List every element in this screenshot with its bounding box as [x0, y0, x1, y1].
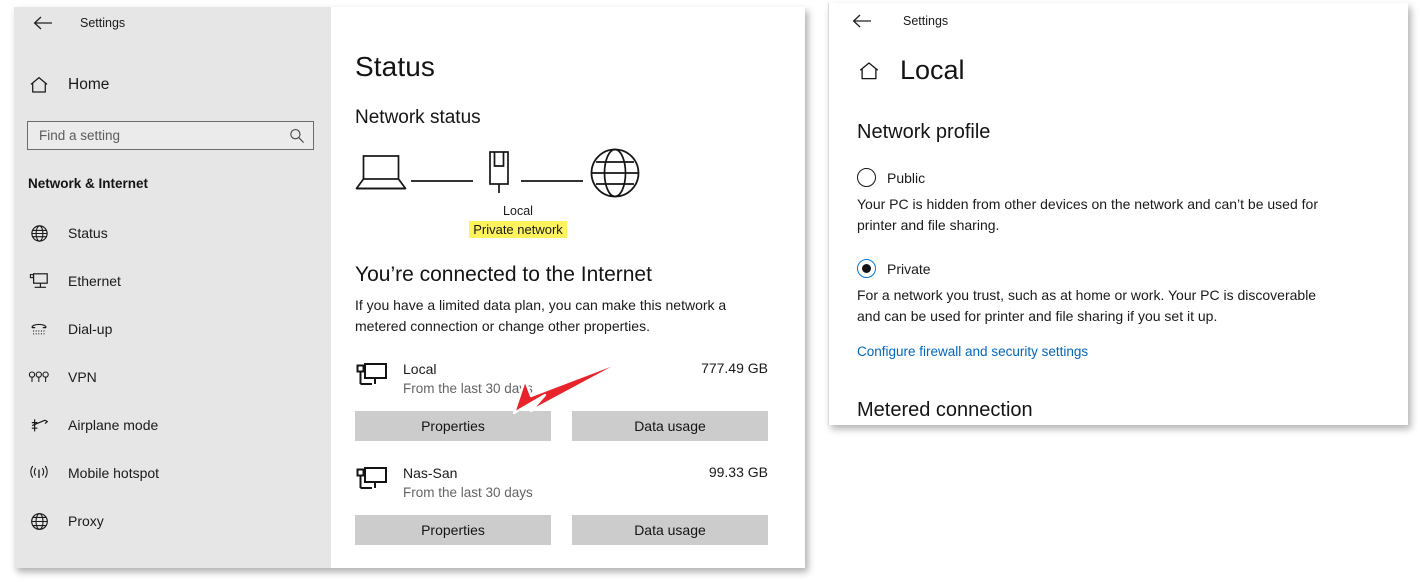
entry-button-row: Properties Data usage: [355, 514, 768, 545]
pc-network-icon: [355, 361, 389, 391]
sidebar-item-ethernet-label: Ethernet: [68, 273, 121, 289]
local-titlebar: Settings: [829, 3, 1408, 39]
radio-checked-icon[interactable]: [857, 259, 876, 279]
status-main-content: Status Network status Local Private netw…: [331, 7, 805, 568]
sidebar-item-airplane-mode[interactable]: Airplane mode: [14, 401, 331, 449]
usage-period: From the last 30 days: [403, 485, 533, 501]
private-network-highlight: Private network: [469, 221, 567, 238]
data-usage-entry-text: Local From the last 30 days: [403, 359, 687, 399]
radio-unchecked-icon[interactable]: [857, 168, 876, 187]
network-name: Nas-San: [403, 464, 458, 481]
sidebar-item-home[interactable]: Home: [14, 65, 331, 105]
diagram-network-type: Private network: [458, 221, 578, 239]
home-icon: [28, 76, 50, 94]
configure-firewall-link[interactable]: Configure firewall and security settings: [857, 344, 1088, 359]
settings-sidebar: Settings Home Network & Internet Status: [14, 7, 331, 568]
diagram-link-right: [521, 170, 583, 188]
sidebar-item-status-label: Status: [68, 225, 108, 241]
vpn-icon: [28, 366, 50, 388]
local-network-window: Settings Local Network profile Public Yo…: [828, 3, 1408, 425]
search-icon[interactable]: [289, 128, 305, 144]
network-profile-heading: Network profile: [857, 121, 991, 143]
sidebar-item-proxy[interactable]: Proxy: [14, 497, 331, 545]
back-arrow-icon[interactable]: [851, 10, 873, 32]
diagram-adapter-label: Local: [503, 204, 533, 218]
local-window-body: Local Network profile Public Your PC is …: [829, 39, 1408, 422]
sidebar-item-mobile-hotspot[interactable]: Mobile hotspot: [14, 449, 331, 497]
network-diagram: Local Private network: [355, 147, 655, 239]
connected-status-description: If you have a limited data plan, you can…: [355, 297, 727, 334]
pc-network-icon: [355, 465, 389, 495]
search-box[interactable]: [27, 121, 314, 150]
sidebar-item-ethernet[interactable]: Ethernet: [14, 257, 331, 305]
back-arrow-icon[interactable]: [32, 12, 54, 34]
radio-dot: [862, 264, 871, 274]
airplane-icon: [28, 414, 50, 436]
search-input[interactable]: [39, 128, 289, 143]
entry-button-row: Properties Data usage: [355, 410, 768, 441]
sidebar-item-mobile-hotspot-label: Mobile hotspot: [68, 465, 160, 481]
data-usage-entry-text: Nas-San From the last 30 days: [403, 463, 695, 503]
internet-globe-icon: [589, 147, 641, 204]
sidebar-item-dial-up-label: Dial-up: [68, 321, 113, 337]
laptop-icon: [355, 153, 407, 198]
network-adapter-icon: [483, 149, 515, 204]
metered-connection-heading: Metered connection: [857, 398, 1033, 421]
usage-period: From the last 30 days: [403, 381, 533, 397]
properties-button[interactable]: Properties: [355, 514, 551, 545]
sidebar-item-airplane-mode-label: Airplane mode: [68, 417, 159, 433]
connected-status-title: You’re connected to the Internet: [355, 263, 652, 286]
page-title: Local: [900, 55, 965, 85]
data-usage-entry: Nas-San From the last 30 days 99.33 GB: [355, 463, 768, 503]
diagram-link-left: [411, 170, 473, 188]
sidebar-item-vpn-label: VPN: [68, 369, 97, 385]
sidebar-item-vpn[interactable]: VPN: [14, 353, 331, 401]
sidebar-item-dial-up[interactable]: Dial-up: [14, 305, 331, 353]
sidebar-item-home-label: Home: [68, 76, 110, 93]
sidebar-section-title: Network & Internet: [28, 176, 149, 191]
hotspot-icon: [28, 462, 50, 484]
data-usage-button[interactable]: Data usage: [572, 514, 768, 545]
data-usage-entry: Local From the last 30 days 777.49 GB: [355, 359, 768, 399]
local-page-header: Local: [857, 55, 1380, 86]
network-status-heading: Network status: [355, 107, 481, 128]
ethernet-icon: [28, 270, 50, 292]
globe-icon: [28, 222, 50, 244]
properties-button[interactable]: Properties: [355, 410, 551, 441]
radio-option-private-description: For a network you trust, such as at home…: [857, 287, 1317, 325]
settings-window: Settings Home Network & Internet Status: [14, 7, 805, 568]
settings-titlebar-label: Settings: [80, 16, 126, 30]
network-name: Local: [403, 361, 437, 377]
sidebar-nav-list: Status Ethernet Dial-up VPN Airplane mod…: [14, 209, 331, 545]
radio-option-private[interactable]: Private: [857, 259, 1380, 279]
sidebar-item-status[interactable]: Status: [14, 209, 331, 257]
dialup-icon: [28, 318, 50, 340]
data-usage-button[interactable]: Data usage: [572, 410, 768, 441]
usage-amount: 777.49 GB: [701, 360, 768, 376]
home-icon[interactable]: [857, 61, 881, 81]
radio-option-public[interactable]: Public: [857, 168, 1380, 187]
radio-option-public-description: Your PC is hidden from other devices on …: [857, 196, 1318, 233]
local-titlebar-label: Settings: [903, 14, 949, 28]
page-title: Status: [355, 51, 435, 82]
radio-option-public-label: Public: [887, 169, 926, 186]
radio-option-private-label: Private: [887, 260, 931, 277]
proxy-globe-icon: [28, 510, 50, 532]
sidebar-item-proxy-label: Proxy: [68, 513, 104, 529]
settings-titlebar: Settings: [14, 7, 331, 39]
usage-amount: 99.33 GB: [708, 463, 768, 480]
